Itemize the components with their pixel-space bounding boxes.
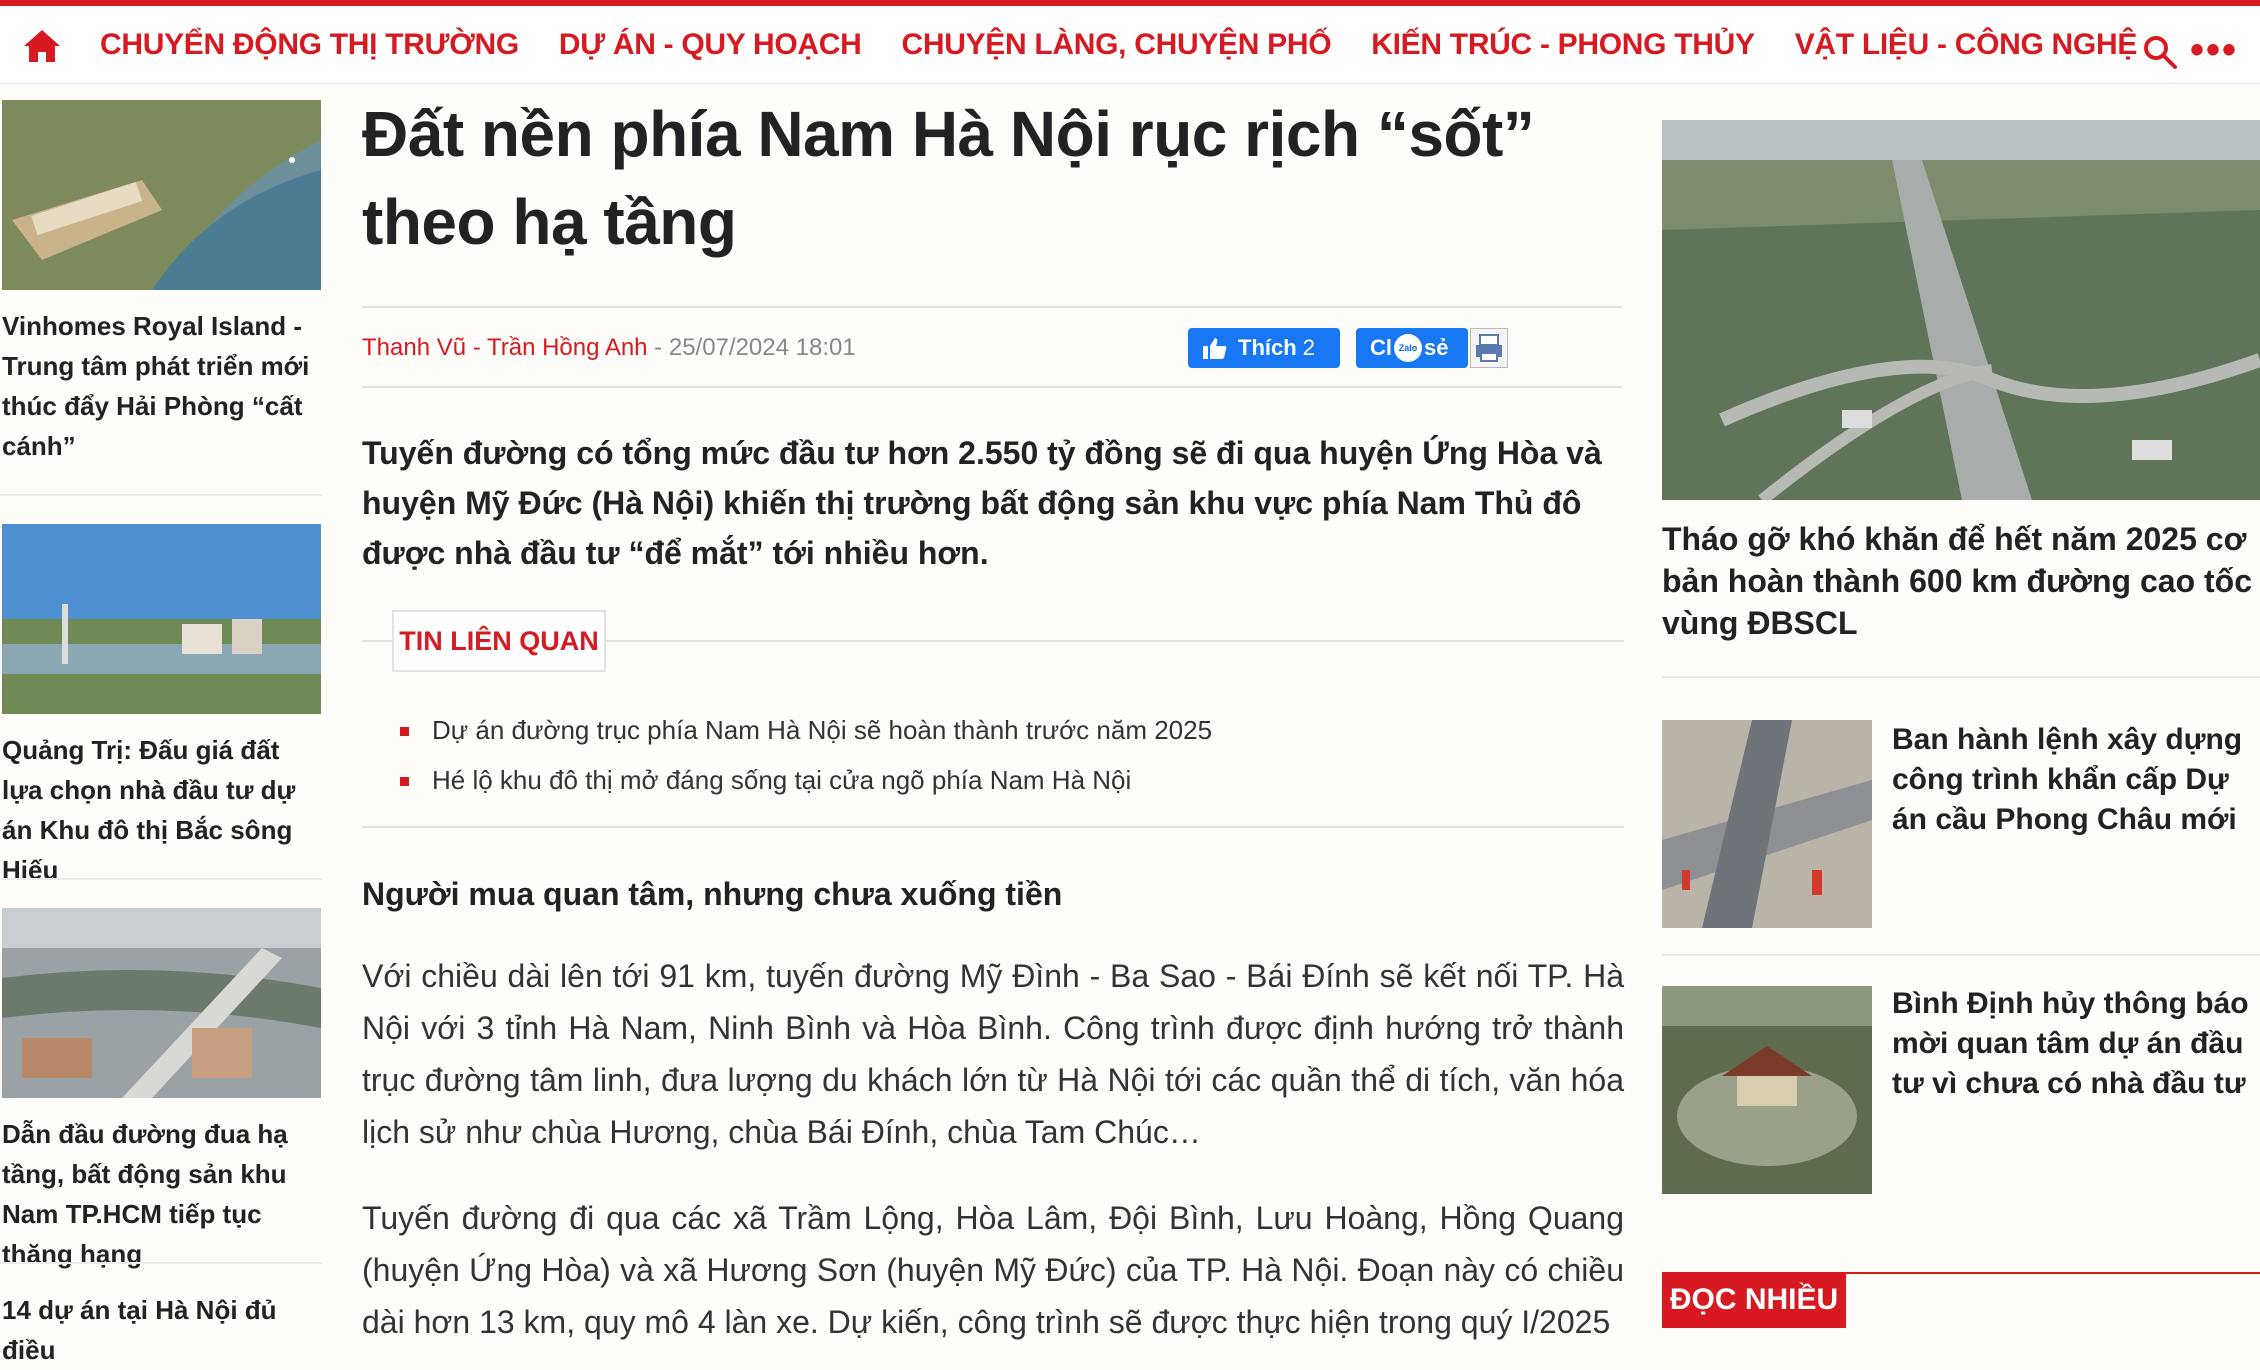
article-date: - 25/07/2024 18:01 [647,334,856,361]
article-lead: Tuyến đường có tổng mức đầu tư hơn 2.550… [362,435,1602,571]
nav-item-du-an-quy-hoach[interactable]: DỰ ÁN - QUY HOẠCH [559,28,862,62]
share-label-end: sẻ [1424,335,1449,360]
thumbs-up-icon [1203,338,1227,359]
divider [0,878,322,880]
left-card-title-2[interactable]: Quảng Trị: Đấu giá đất lựa chọn nhà đầu … [2,730,320,890]
divider [0,1262,322,1264]
print-icon[interactable] [1470,328,1508,368]
right-item-image-1[interactable] [1662,720,1872,928]
top-navbar: CHUYỂN ĐỘNG THỊ TRƯỜNG DỰ ÁN - QUY HOẠCH… [0,0,2260,84]
like-count: 2 [1302,335,1316,360]
related-news-title: TIN LIÊN QUAN [392,610,606,672]
left-card-title-4[interactable]: 14 dự án tại Hà Nội đủ điều [2,1290,320,1370]
more-menu-icon[interactable]: ••• [2190,30,2246,70]
article-headline: Đất nền phía Nam Hà Nội rục rịch “sốt” t… [362,98,1535,258]
main-nav: CHUYỂN ĐỘNG THỊ TRƯỜNG DỰ ÁN - QUY HOẠCH… [100,6,2177,84]
related-news-list: Dự án đường trục phía Nam Hà Nội sẽ hoàn… [400,705,1212,805]
right-featured-title[interactable]: Tháo gỡ khó khăn để hết năm 2025 cơ bản … [1662,518,2252,644]
right-item-title-2[interactable]: Bình Định hủy thông báo mời quan tâm dự … [1892,984,2260,1104]
divider [0,494,322,496]
left-card-image-2[interactable] [2,524,321,714]
zalo-share-button[interactable]: Cl Zalo sẻ [1356,328,1468,368]
right-item-title-1[interactable]: Ban hành lệnh xây dựng công trình khẩn c… [1892,720,2260,840]
article-author[interactable]: Thanh Vũ - Trần Hồng Anh [362,334,648,361]
divider [362,386,1622,388]
divider [1662,954,2260,956]
facebook-like-button[interactable]: Thích 2 [1188,328,1340,368]
divider [362,826,1624,828]
divider [362,306,1622,308]
left-card-title-1[interactable]: Vinhomes Royal Island - Trung tâm phát t… [2,306,320,466]
related-news-item[interactable]: Hé lộ khu đô thị mở đáng sống tại cửa ng… [400,755,1212,805]
article-subheading: Người mua quan tâm, nhưng chưa xuống tiề… [362,876,1063,912]
search-icon[interactable] [2140,32,2180,72]
nav-item-chuyen-dong-thi-truong[interactable]: CHUYỂN ĐỘNG THỊ TRƯỜNG [100,28,519,62]
article-paragraph: Với chiều dài lên tới 91 km, tuyến đường… [362,958,1624,1150]
nav-item-chuyen-lang-chuyen-pho[interactable]: CHUYỆN LÀNG, CHUYỆN PHỐ [901,28,1331,62]
nav-item-vat-lieu-cong-nghe[interactable]: VẬT LIỆU - CÔNG NGHỆ [1795,28,2138,62]
left-card-image-3[interactable] [2,908,321,1098]
article-paragraph: Tuyến đường đi qua các xã Trầm Lộng, Hòa… [362,1200,1624,1340]
share-label-start: Cl [1370,335,1392,360]
left-card-title-3[interactable]: Dẫn đầu đường đua hạ tầng, bất động sản … [2,1114,320,1274]
divider [1662,676,2260,678]
article-meta: Thanh Vũ - Trần Hồng Anh - 25/07/2024 18… [362,330,856,366]
zalo-icon: Zalo [1394,334,1422,362]
nav-item-kien-truc-phong-thuy[interactable]: KIẾN TRÚC - PHONG THỦY [1371,28,1755,62]
left-card-image-1[interactable] [2,100,321,290]
right-featured-image[interactable] [1662,120,2260,500]
like-label: Thích [1238,335,1297,360]
related-news-item[interactable]: Dự án đường trục phía Nam Hà Nội sẽ hoàn… [400,705,1212,755]
home-icon[interactable] [22,26,62,66]
right-item-image-2[interactable] [1662,986,1872,1194]
most-read-heading: ĐỌC NHIỀU [1662,1272,1846,1328]
